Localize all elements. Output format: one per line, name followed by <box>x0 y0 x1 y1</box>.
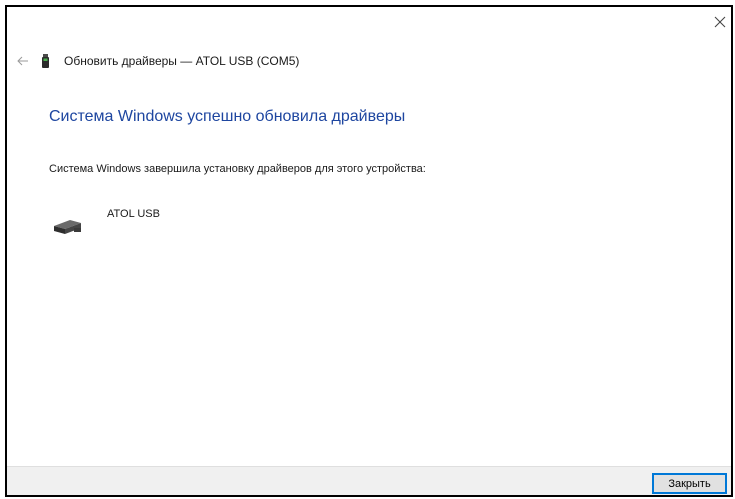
close-icon-glyph <box>714 16 726 28</box>
update-drivers-dialog: Обновить драйверы — ATOL USB (COM5) Сист… <box>5 5 733 497</box>
back-arrow-glyph <box>17 56 28 66</box>
dialog-footer: Закрыть <box>7 466 731 495</box>
success-heading: Система Windows успешно обновила драйвер… <box>49 108 406 125</box>
close-button[interactable]: Закрыть <box>652 473 727 494</box>
completion-description: Система Windows завершила установку драй… <box>49 163 426 175</box>
usb-device-icon <box>42 54 49 68</box>
usb-device-icon <box>54 220 81 234</box>
dialog-title: Обновить драйверы — ATOL USB (COM5) <box>64 54 300 68</box>
back-arrow-icon[interactable] <box>15 53 31 69</box>
close-icon[interactable] <box>709 7 731 37</box>
device-name: ATOL USB <box>107 208 160 220</box>
